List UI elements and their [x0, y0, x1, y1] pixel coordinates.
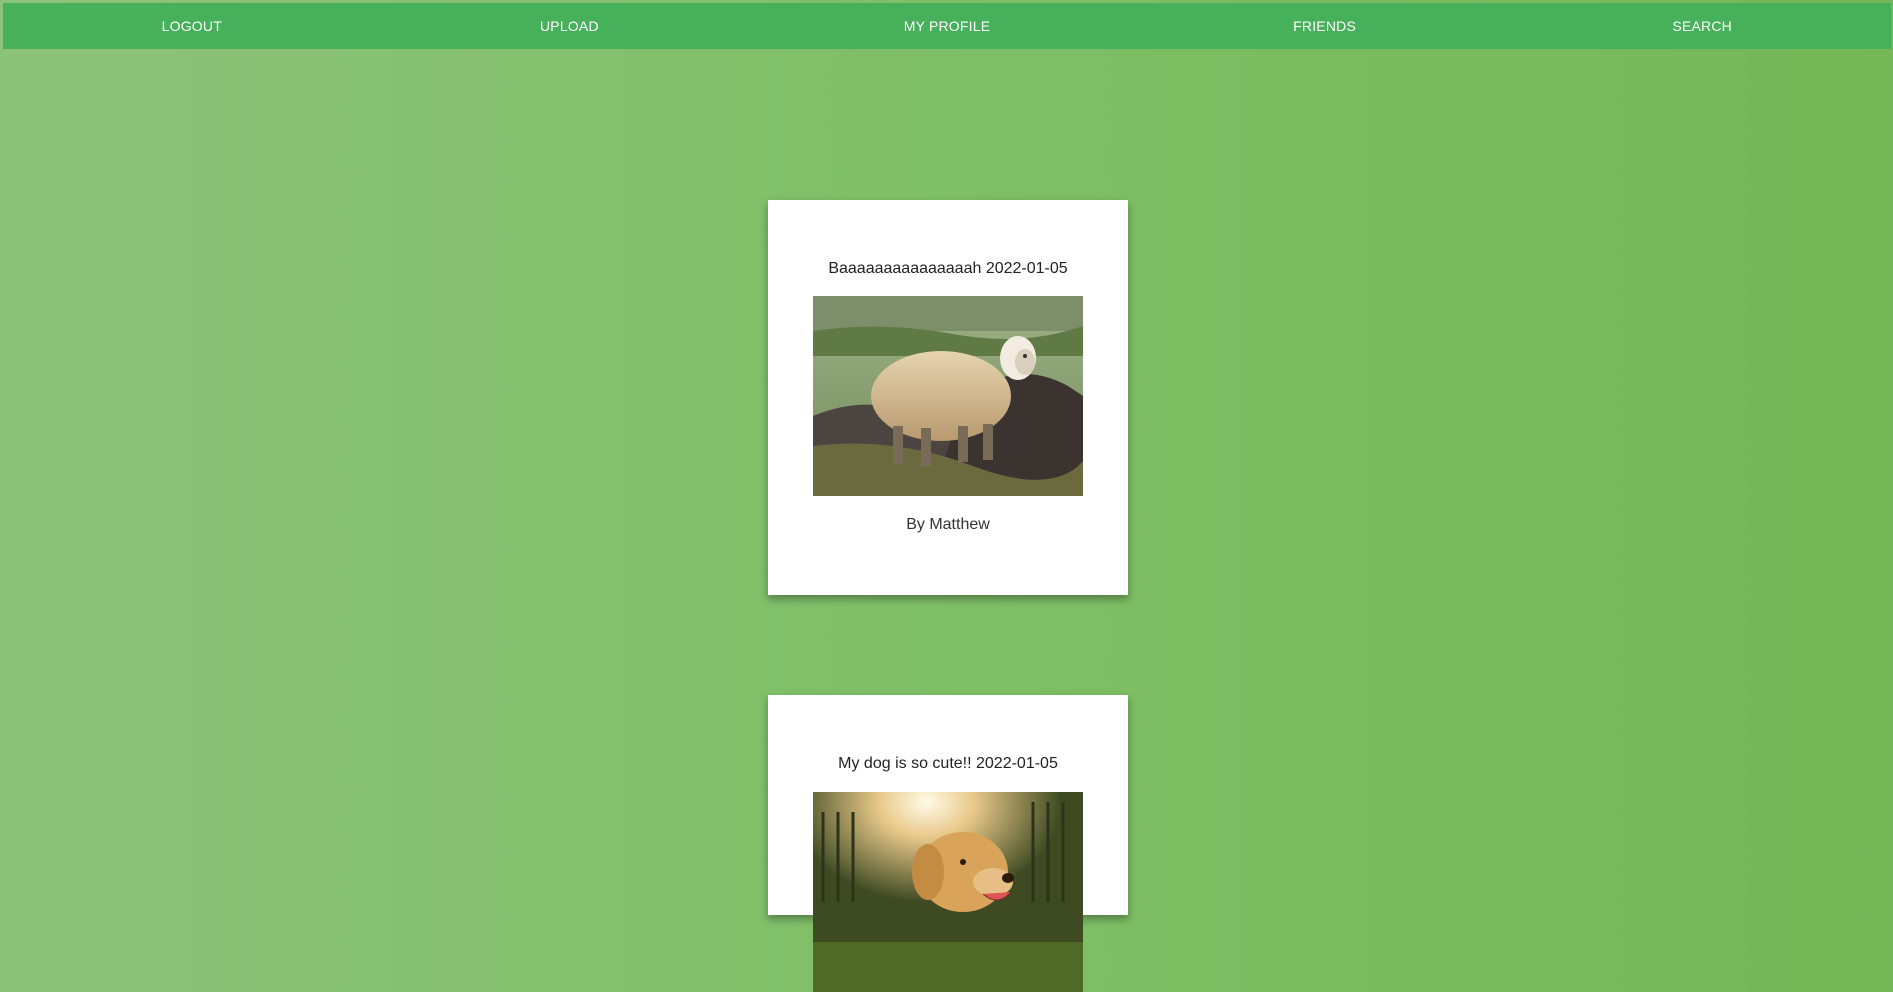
post-caption: My dog is so cute!! 2022-01-05 — [838, 755, 1058, 772]
post-author: By Matthew — [906, 516, 990, 533]
post-card: Baaaaaaaaaaaaaaah 2022-01-05 By Matthew — [768, 200, 1128, 595]
dog-photo — [813, 792, 1083, 992]
sheep-photo-icon — [813, 296, 1083, 496]
sheep-photo — [813, 296, 1083, 496]
post-caption: Baaaaaaaaaaaaaaah 2022-01-05 — [828, 260, 1068, 277]
nav-logout-link[interactable]: LOGOUT — [3, 18, 381, 34]
nav-upload-link[interactable]: UPLOAD — [381, 18, 759, 34]
nav-search-link[interactable]: SEARCH — [1513, 18, 1891, 34]
nav-my-profile-link[interactable]: MY PROFILE — [758, 18, 1136, 34]
dog-photo-icon — [813, 792, 1083, 992]
nav-friends-link[interactable]: FRIENDS — [1136, 18, 1514, 34]
top-navigation-bar: LOGOUT UPLOAD MY PROFILE FRIENDS SEARCH — [3, 3, 1891, 49]
post-card: My dog is so cute!! 2022-01-05 — [768, 695, 1128, 992]
